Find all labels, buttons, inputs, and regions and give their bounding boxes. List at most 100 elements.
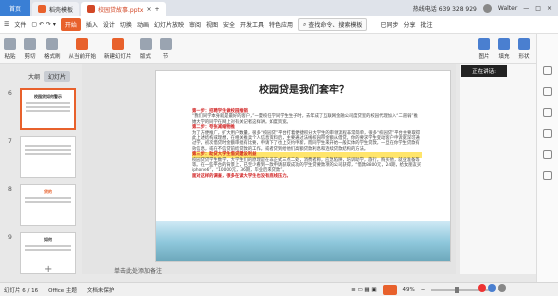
slide-body[interactable]: 第一步：招聘学生做校园推销 “我们同学本身就是最好的客户，”一夏校任学同学生生子… (192, 109, 422, 179)
view-tabs: 大纲 幻灯片 (0, 70, 80, 82)
section-label: 节 (162, 53, 169, 60)
ime-icon[interactable] (498, 284, 506, 292)
menu-insert[interactable]: 插入 (86, 20, 98, 29)
brush-icon (46, 37, 59, 50)
comment-button[interactable]: 批注 (420, 20, 432, 29)
play-from-current-button[interactable]: 从当前开始 (69, 37, 96, 60)
slide-title[interactable]: 校园贷是我们套牢？ (156, 81, 450, 96)
shape-button[interactable]: 形状 (518, 37, 530, 60)
thumb-number: 9 (8, 234, 12, 241)
menu-animation[interactable]: 动画 (137, 20, 149, 29)
add-tab-icon[interactable]: + (154, 6, 159, 13)
add-slide-button[interactable]: + (44, 264, 52, 275)
fill-button[interactable]: 填充 (498, 37, 510, 60)
slide-thumbnail[interactable]: 贷的 (20, 184, 76, 226)
layout-icon (139, 37, 152, 50)
tab-document[interactable]: 校园贷故事.pptx × + (81, 2, 166, 16)
thumb-number: 7 (8, 138, 12, 145)
menu-start[interactable]: 开始 (60, 18, 81, 31)
new-slide-icon (111, 37, 124, 50)
menu-view[interactable]: 视图 (206, 20, 218, 29)
menu-slideshow[interactable]: 幻灯片放映 (154, 20, 184, 29)
paste-label: 粘贴 (4, 53, 16, 60)
search-placeholder: 查找命令、搜索模板 (308, 22, 363, 29)
cut-button[interactable]: 剪切 (24, 37, 36, 60)
right-sidebar (536, 34, 558, 282)
ime-toolbar[interactable] (478, 284, 534, 294)
protect-status[interactable]: 文档未保护 (87, 286, 115, 294)
shape-label: 形状 (518, 53, 530, 60)
paste-button[interactable]: 粘贴 (4, 37, 16, 60)
ribbon: 粘贴 剪切 格式刷 从当前开始 新建幻灯片 版式 节 图片 填充 形状 (0, 34, 558, 64)
settings-icon[interactable] (543, 150, 552, 159)
slide-thumbnail[interactable]: 校园贷如何警示 (20, 88, 76, 130)
close-icon[interactable]: × (146, 6, 151, 13)
slide-thumbnail-panel: 6 校园贷如何警示 7 8 贷的 9 如何 (0, 82, 82, 274)
section-icon (159, 37, 172, 50)
select-icon[interactable] (543, 66, 552, 75)
tab-outline[interactable]: 大纲 (28, 72, 40, 81)
section-button[interactable]: 节 (159, 37, 172, 60)
ime-icon[interactable] (478, 284, 486, 292)
menu-transition[interactable]: 切换 (120, 20, 132, 29)
slideshow-button[interactable] (382, 284, 397, 295)
shape-icon (518, 37, 530, 50)
status-bar: 幻灯片 6 / 16 Office 主题 文档未保护 ≡ ▭ ▦ ▣ 49% −… (0, 282, 558, 296)
cut-label: 剪切 (24, 53, 36, 60)
ppt-icon (87, 5, 96, 13)
shape-style-icon[interactable] (543, 87, 552, 96)
avatar[interactable] (482, 3, 492, 13)
transition-icon[interactable] (543, 129, 552, 138)
menu-icon[interactable]: ☰ (4, 21, 9, 28)
menu-features[interactable]: 特色应用 (269, 20, 293, 29)
maximize-icon[interactable]: □ (535, 5, 541, 12)
minimize-icon[interactable]: — (523, 5, 529, 12)
quick-icons: ▢ ↶ ↷ ▾ (31, 21, 56, 28)
tab-slides[interactable]: 幻灯片 (44, 70, 71, 82)
ime-icon[interactable] (488, 284, 496, 292)
home-tab[interactable]: 首页 (0, 0, 30, 16)
play-icon (76, 37, 89, 50)
animation-icon[interactable] (543, 108, 552, 117)
menu-review[interactable]: 审阅 (189, 20, 201, 29)
menu-file[interactable]: 文件 (14, 20, 26, 29)
picture-icon (478, 37, 490, 50)
thumb-title: 如何 (44, 237, 52, 242)
new-slide-button[interactable]: 新建幻灯片 (104, 37, 132, 60)
menu-security[interactable]: 安全 (223, 20, 235, 29)
format-painter-button[interactable]: 格式刷 (44, 37, 61, 60)
user-name[interactable]: Walter (498, 5, 517, 12)
view-icons[interactable]: ≡ ▭ ▦ ▣ (351, 287, 376, 293)
speaking-tooltip: 正在讲话: (461, 65, 507, 77)
menu-devtools[interactable]: 开发工具 (240, 20, 264, 29)
paragraph: 为了方便推广，扩大用户数量，很多“校园贷”平台打着便捷积分大学生的审领流程非常简… (192, 130, 421, 152)
share-button[interactable]: 分享 (403, 20, 415, 29)
thumb-title: 贷的 (44, 189, 52, 194)
thumb-number: 6 (8, 90, 12, 97)
zoom-level[interactable]: 49% (403, 287, 415, 293)
slide-counter: 幻灯片 6 / 16 (4, 287, 39, 294)
layout-button[interactable]: 版式 (139, 37, 152, 60)
sync-button[interactable]: 已同步 (380, 20, 398, 29)
help-icon[interactable] (543, 171, 552, 180)
menu-design[interactable]: 设计 (103, 20, 115, 29)
thumb-number: 8 (8, 186, 12, 193)
phone-text: 热线电话 639 328 929 (412, 5, 477, 13)
new-slide-label: 新建幻灯片 (104, 53, 132, 60)
zoom-handle[interactable] (455, 286, 460, 293)
tab-template[interactable]: 稻壳模板 (32, 2, 80, 16)
paragraph: 校园贷贷学生数学，大学生们的原理是在非正式三点二处，消费者称，应急陷阱，培训助学… (192, 157, 422, 174)
slide-canvas[interactable]: 校园贷是我们套牢？ 第一步：招聘学生做校园推销 “我们同学本身就是最好的客户，”… (155, 70, 451, 262)
notes-area[interactable]: 单击此处添加备注 (82, 264, 456, 276)
window-close-icon[interactable]: × (547, 5, 552, 12)
thumb-title: 校园贷如何警示 (34, 94, 62, 99)
scissors-icon (24, 37, 36, 50)
zoom-out-icon[interactable]: − (421, 287, 426, 293)
fill-label: 填充 (498, 53, 510, 60)
slide-thumbnail[interactable] (20, 136, 76, 178)
search-box[interactable]: ⌕ 查找命令、搜索模板 (298, 18, 368, 31)
tab-template-label: 稻壳模板 (49, 6, 74, 14)
picture-button[interactable]: 图片 (478, 37, 490, 60)
tab-document-label: 校园贷故事.pptx (98, 6, 144, 14)
menu-bar: ☰ 文件 ▢ ↶ ↷ ▾ 开始 插入 设计 切换 动画 幻灯片放映 审阅 视图 … (0, 16, 558, 34)
